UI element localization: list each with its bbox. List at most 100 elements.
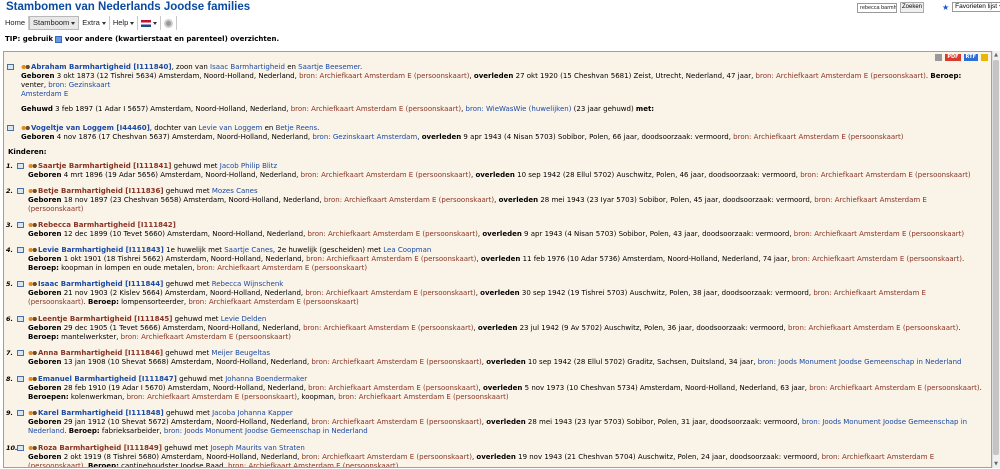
child-name[interactable]: Anna Barmhartigheid [I111846] — [38, 349, 163, 357]
source-link[interactable]: bron: Archiefkaart Amsterdam E (persoons… — [794, 230, 964, 238]
source-link[interactable]: bron: Archiefkaart Amsterdam E (persoons… — [311, 358, 481, 366]
source-link[interactable]: bron: Gezinskaart — [48, 81, 110, 89]
person-card-icon[interactable] — [17, 410, 24, 416]
spouse-link[interactable]: Levie Delden — [221, 315, 267, 323]
died-label: overleden — [480, 289, 520, 297]
scroll-down-icon[interactable]: ▼ — [992, 461, 1000, 467]
source-link[interactable]: bron: Archiefkaart Amsterdam E (persoons… — [792, 255, 962, 263]
spouse-link[interactable]: Lea Coopman — [383, 246, 431, 254]
source-link[interactable]: bron: Archiefkaart Amsterdam E (persoons… — [324, 196, 494, 204]
person-card-icon[interactable] — [17, 350, 24, 356]
spouse-link[interactable]: Johanna Boendermaker — [225, 375, 307, 383]
spouse-link[interactable]: Jacoba Johanna Kapper — [212, 409, 293, 417]
source-link[interactable]: bron: Joods Monument Joodse Gemeenschap … — [758, 358, 962, 366]
source-link[interactable]: bron: Archiefkaart Amsterdam E (persoons… — [800, 171, 970, 179]
spouse-link[interactable]: Jacob Philip Blitz — [220, 162, 277, 170]
spouse-link[interactable]: Saartje Canes — [224, 246, 273, 254]
source-link[interactable]: bron: Archiefkaart Amsterdam E (persoons… — [809, 384, 979, 392]
father-link[interactable]: Isaac Barmhartigheid — [210, 63, 285, 71]
spouse-link[interactable]: Mozes Canes — [212, 187, 258, 195]
mother-link[interactable]: Betje Reens — [276, 124, 318, 132]
child-name[interactable]: Karel Barmhartigheid [I111848] — [38, 409, 164, 417]
person-card-icon[interactable] — [17, 445, 24, 451]
born-label: Geboren — [28, 196, 62, 204]
person-card-icon[interactable] — [17, 281, 24, 287]
spouse-link[interactable]: Meijer Beugeltas — [211, 349, 270, 357]
person-card-icon[interactable] — [17, 316, 24, 322]
nav-settings[interactable] — [161, 16, 178, 30]
person-card-icon[interactable] — [7, 125, 14, 131]
search-input[interactable]: rebecca barmhar — [857, 3, 897, 13]
child-name[interactable]: Rebecca Barmhartigheid [I111842] — [38, 221, 176, 229]
source-link[interactable]: bron: WieWasWie (huwelijken) — [466, 105, 572, 113]
birth-details: 3 okt 1873 (12 Tishrei 5634) Amsterdam, … — [56, 72, 297, 80]
source-link[interactable]: bron: Archiefkaart Amsterdam E (persoons… — [121, 333, 291, 341]
source-link[interactable]: bron: Archiefkaart Amsterdam E (persoons… — [788, 324, 958, 332]
pdf-button[interactable]: PDF — [945, 54, 961, 61]
source-link[interactable]: bron: Archiefkaart Amsterdam E (persoons… — [228, 462, 398, 467]
child-name[interactable]: Isaac Barmhartigheid [I111844] — [38, 280, 163, 288]
source-link[interactable]: bron: Archiefkaart Amsterdam E (persoons… — [338, 393, 508, 401]
person-card-icon[interactable] — [7, 64, 14, 70]
search-button[interactable]: Zoeken — [900, 2, 924, 13]
nav-extra[interactable]: Extra — [79, 16, 110, 30]
child-name[interactable]: Leentje Barmhartigheid [I111845] — [38, 315, 172, 323]
main-person-name[interactable]: Abraham Barmhartigheid [I111840] — [31, 63, 172, 71]
source-link[interactable]: bron: Archiefkaart Amsterdam E (persoons… — [188, 298, 358, 306]
child-row: 5. Isaac Barmhartigheid [I111844] gehuwd … — [4, 280, 984, 307]
source-link[interactable]: bron: Archiefkaart Amsterdam E (persoons… — [308, 384, 478, 392]
spouse-link[interactable]: Rebecca Wijnschenk — [212, 280, 284, 288]
source-link[interactable]: bron: Archiefkaart Amsterdam E (persoons… — [291, 105, 461, 113]
child-name[interactable]: Roza Barmhartigheid [I111849] — [38, 444, 162, 452]
child-name[interactable]: Saartje Barmhartigheid [I111841] — [38, 162, 171, 170]
scrollbar-thumb[interactable] — [993, 60, 999, 455]
tip-pre: TIP: gebruik — [5, 35, 54, 43]
child-name[interactable]: Emanuel Barmhartigheid [I111847] — [38, 375, 177, 383]
favorites-select[interactable]: Favorieten lijst — [952, 2, 1000, 12]
source-link[interactable]: bron: Archiefkaart Amsterdam E (persoons… — [303, 324, 473, 332]
source-link[interactable]: bron: Archiefkaart Amsterdam E (persoons… — [301, 171, 471, 179]
source-link[interactable]: bron: Archiefkaart Amsterdam E (persoons… — [308, 230, 478, 238]
child-name[interactable]: Betje Barmhartigheid [I111836] — [38, 187, 164, 195]
born-label: Geboren — [28, 230, 62, 238]
nav-language[interactable] — [138, 16, 162, 30]
spouse-name[interactable]: Vogeltje van Loggem [I44460] — [31, 124, 150, 132]
source-link[interactable]: bron: Joods Monument Joodse Gemeenschap … — [164, 427, 368, 435]
person-card-icon[interactable] — [17, 163, 24, 169]
tree-view-icon[interactable] — [55, 35, 63, 43]
source-link[interactable]: bron: Archiefkaart Amsterdam E (persoons… — [733, 133, 903, 141]
birth-details: 18 nov 1897 (23 Cheshvan 5658) Amsterdam… — [61, 196, 324, 204]
person-card-icon[interactable] — [17, 376, 24, 382]
nav-home[interactable]: Home — [2, 16, 30, 30]
source-link[interactable]: bron: Archiefkaart Amsterdam E (persoons… — [756, 72, 926, 80]
source-link[interactable]: bron: Archiefkaart Amsterdam E (persoons… — [127, 393, 297, 401]
gear-icon[interactable] — [935, 54, 943, 61]
child-number: 3. — [6, 221, 13, 229]
source-link[interactable]: Amsterdam E — [21, 90, 68, 98]
source-link[interactable]: bron: Archiefkaart Amsterdam E (persoons… — [305, 289, 475, 297]
nav-help[interactable]: Help — [110, 16, 139, 30]
scroll-up-icon[interactable]: ▲ — [992, 52, 1000, 58]
spouse-link[interactable]: Joseph Maurits van Straten — [210, 444, 305, 452]
nav-stamboom[interactable]: Stamboom — [29, 16, 80, 30]
father-link[interactable]: Levie van Loggem — [198, 124, 262, 132]
person-card-icon[interactable] — [17, 188, 24, 194]
source-link[interactable]: bron: Gezinskaart Amsterdam — [312, 133, 417, 141]
died-label: overleden — [473, 72, 514, 80]
death-details: 5 nov 1973 (10 Cheshvan 5734) Amsterdam,… — [522, 384, 810, 392]
died-label: overleden — [482, 384, 523, 392]
child-name[interactable]: Levie Barmhartigheid [I111843] — [38, 246, 164, 254]
source-link[interactable]: bron: Archiefkaart Amsterdam E (persoons… — [197, 264, 367, 272]
person-card-icon[interactable] — [17, 247, 24, 253]
person-card-icon[interactable] — [17, 222, 24, 228]
marriage-details: 3 feb 1897 (1 Adar I 5657) Amsterdam, No… — [55, 105, 289, 113]
star-icon[interactable] — [981, 54, 988, 61]
app-title[interactable]: Stambomen van Nederlands Joodse families — [6, 1, 250, 13]
source-link[interactable]: bron: Archiefkaart Amsterdam E (persoons… — [299, 72, 469, 80]
mother-link[interactable]: Saartje Beesemer — [298, 63, 360, 71]
source-link[interactable]: bron: Archiefkaart Amsterdam E (persoons… — [306, 255, 476, 263]
favorites: ★ Favorieten lijst — [942, 2, 1000, 12]
source-link[interactable]: bron: Archiefkaart Amsterdam E (persoons… — [311, 418, 481, 426]
rtf-button[interactable]: RTF — [963, 54, 978, 61]
source-link[interactable]: bron: Archiefkaart Amsterdam E (persoons… — [302, 453, 472, 461]
